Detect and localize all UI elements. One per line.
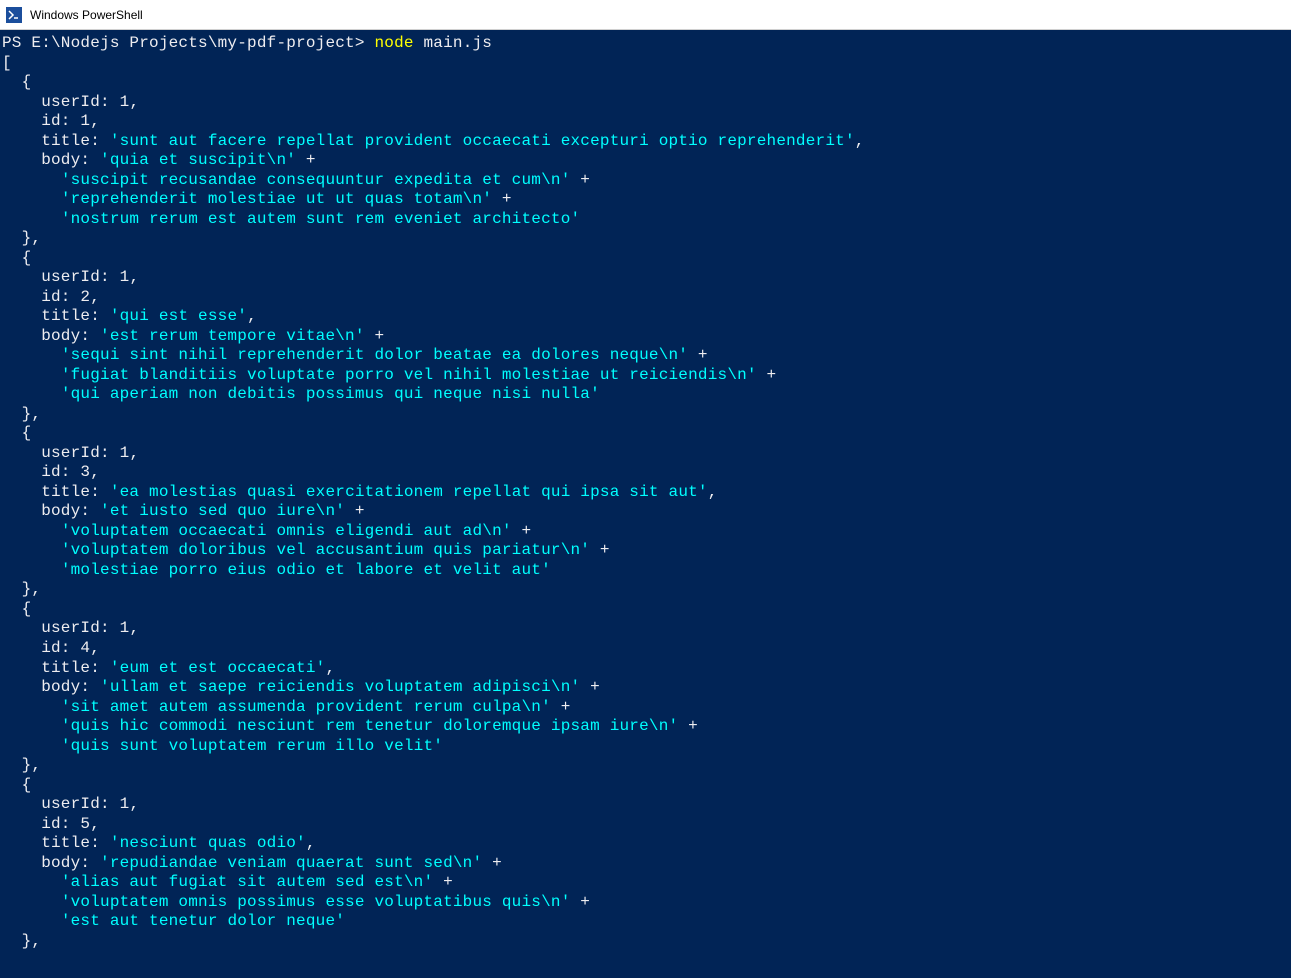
val-userId: 1 [120, 619, 130, 637]
val-body-part: 'sequi sint nihil reprehenderit dolor be… [61, 346, 688, 364]
key-userId: userId: [2, 619, 120, 637]
key-id: id: [2, 815, 80, 833]
key-userId: userId: [2, 444, 120, 462]
val-body-part: 'reprehenderit molestiae ut ut quas tota… [61, 190, 492, 208]
val-title: 'ea molestias quasi exercitationem repel… [110, 483, 708, 501]
concat-plus: + [296, 151, 316, 169]
titlebar: Windows PowerShell [0, 0, 1291, 30]
val-body-part: 'quia et suscipit\n' [100, 151, 296, 169]
key-title: title: [2, 659, 110, 677]
val-body-part: 'voluptatem occaecati omnis eligendi aut… [61, 522, 512, 540]
concat-plus: + [433, 873, 453, 891]
val-id: 2 [80, 288, 90, 306]
val-body-part: 'est rerum tempore vitae\n' [100, 327, 365, 345]
powershell-icon [6, 7, 22, 23]
val-body-part: 'voluptatem doloribus vel accusantium qu… [61, 541, 590, 559]
val-title: 'eum et est occaecati' [110, 659, 326, 677]
val-userId: 1 [120, 93, 130, 111]
val-id: 5 [80, 815, 90, 833]
concat-plus: + [492, 190, 512, 208]
object-close: }, [2, 229, 41, 247]
concat-plus: + [757, 366, 777, 384]
concat-plus: + [571, 171, 591, 189]
val-title: 'qui est esse' [110, 307, 247, 325]
val-body-part: 'molestiae porro eius odio et labore et … [61, 561, 551, 579]
key-id: id: [2, 463, 80, 481]
titlebar-text: Windows PowerShell [30, 8, 143, 22]
object-close: }, [2, 756, 41, 774]
concat-plus: + [365, 327, 385, 345]
val-body-part: 'sit amet autem assumenda provident reru… [61, 698, 551, 716]
object-open: { [2, 424, 31, 442]
val-title: 'nesciunt quas odio' [110, 834, 306, 852]
key-title: title: [2, 834, 110, 852]
object-open: { [2, 73, 31, 91]
val-id: 1 [80, 112, 90, 130]
val-body-part: 'repudiandae veniam quaerat sunt sed\n' [100, 854, 482, 872]
key-body: body: [2, 502, 100, 520]
val-title: 'sunt aut facere repellat provident occa… [110, 132, 855, 150]
val-body-part: 'ullam et saepe reiciendis voluptatem ad… [100, 678, 580, 696]
array-open: [ [2, 54, 12, 72]
concat-plus: + [688, 346, 708, 364]
val-body-part: 'qui aperiam non debitis possimus qui ne… [61, 385, 600, 403]
object-close: }, [2, 405, 41, 423]
key-userId: userId: [2, 93, 120, 111]
val-body-part: 'nostrum rerum est autem sunt rem evenie… [61, 210, 580, 228]
val-body-part: 'et iusto sed quo iure\n' [100, 502, 345, 520]
prompt-path: PS E:\Nodejs Projects\my-pdf-project> [2, 34, 374, 52]
key-id: id: [2, 639, 80, 657]
val-body-part: 'quis sunt voluptatem rerum illo velit' [61, 737, 443, 755]
val-id: 4 [80, 639, 90, 657]
val-body-part: 'alias aut fugiat sit autem sed est\n' [61, 873, 433, 891]
val-body-part: 'fugiat blanditiis voluptate porro vel n… [61, 366, 757, 384]
concat-plus: + [551, 698, 571, 716]
object-close: }, [2, 932, 41, 950]
object-open: { [2, 776, 31, 794]
val-userId: 1 [120, 268, 130, 286]
key-title: title: [2, 307, 110, 325]
concat-plus: + [345, 502, 365, 520]
concat-plus: + [482, 854, 502, 872]
val-body-part: 'voluptatem omnis possimus esse voluptat… [61, 893, 571, 911]
concat-plus: + [580, 678, 600, 696]
object-close: }, [2, 580, 41, 598]
key-id: id: [2, 288, 80, 306]
concat-plus: + [590, 541, 610, 559]
key-title: title: [2, 483, 110, 501]
concat-plus: + [678, 717, 698, 735]
key-body: body: [2, 327, 100, 345]
val-body-part: 'est aut tenetur dolor neque' [61, 912, 345, 930]
key-id: id: [2, 112, 80, 130]
concat-plus: + [512, 522, 532, 540]
key-userId: userId: [2, 268, 120, 286]
val-body-part: 'suscipit recusandae consequuntur expedi… [61, 171, 571, 189]
val-userId: 1 [120, 795, 130, 813]
concat-plus: + [571, 893, 591, 911]
val-body-part: 'quis hic commodi nesciunt rem tenetur d… [61, 717, 679, 735]
key-userId: userId: [2, 795, 120, 813]
key-body: body: [2, 854, 100, 872]
object-open: { [2, 249, 31, 267]
terminal-output[interactable]: PS E:\Nodejs Projects\my-pdf-project> no… [0, 30, 1291, 955]
key-body: body: [2, 678, 100, 696]
object-open: { [2, 600, 31, 618]
key-body: body: [2, 151, 100, 169]
command-arg: main.js [414, 34, 492, 52]
key-title: title: [2, 132, 110, 150]
command-node: node [374, 34, 413, 52]
val-id: 3 [80, 463, 90, 481]
val-userId: 1 [120, 444, 130, 462]
